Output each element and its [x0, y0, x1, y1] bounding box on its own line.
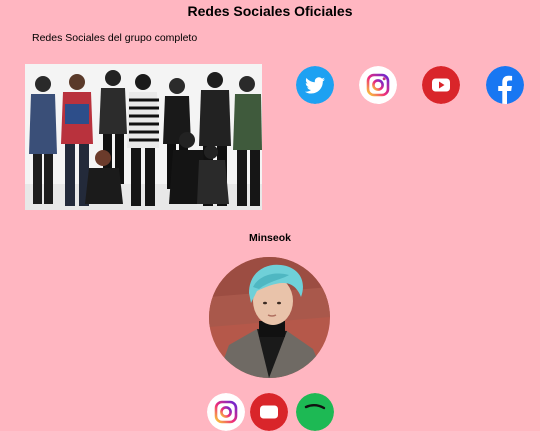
- group-section-label: Redes Sociales del grupo completo: [32, 32, 198, 44]
- member-photo: [209, 257, 330, 378]
- spotify-icon: [296, 393, 334, 431]
- facebook-icon: [486, 66, 524, 104]
- page-title: Redes Sociales Oficiales: [187, 3, 353, 19]
- instagram-icon: [207, 393, 245, 431]
- member-name: Minseok: [248, 232, 291, 244]
- youtube-icon: [422, 66, 460, 104]
- member-instagram-link[interactable]: [207, 393, 245, 431]
- group-twitter-link[interactable]: [296, 66, 334, 104]
- instagram-icon: [359, 66, 397, 104]
- group-instagram-link[interactable]: [359, 66, 397, 104]
- member-youtube-link[interactable]: [250, 393, 288, 431]
- group-photo: [25, 64, 262, 210]
- group-facebook-link[interactable]: [486, 66, 524, 104]
- twitter-icon: [296, 66, 334, 104]
- group-youtube-link[interactable]: [422, 66, 460, 104]
- member-spotify-link[interactable]: [296, 393, 334, 431]
- youtube-icon: [250, 393, 288, 431]
